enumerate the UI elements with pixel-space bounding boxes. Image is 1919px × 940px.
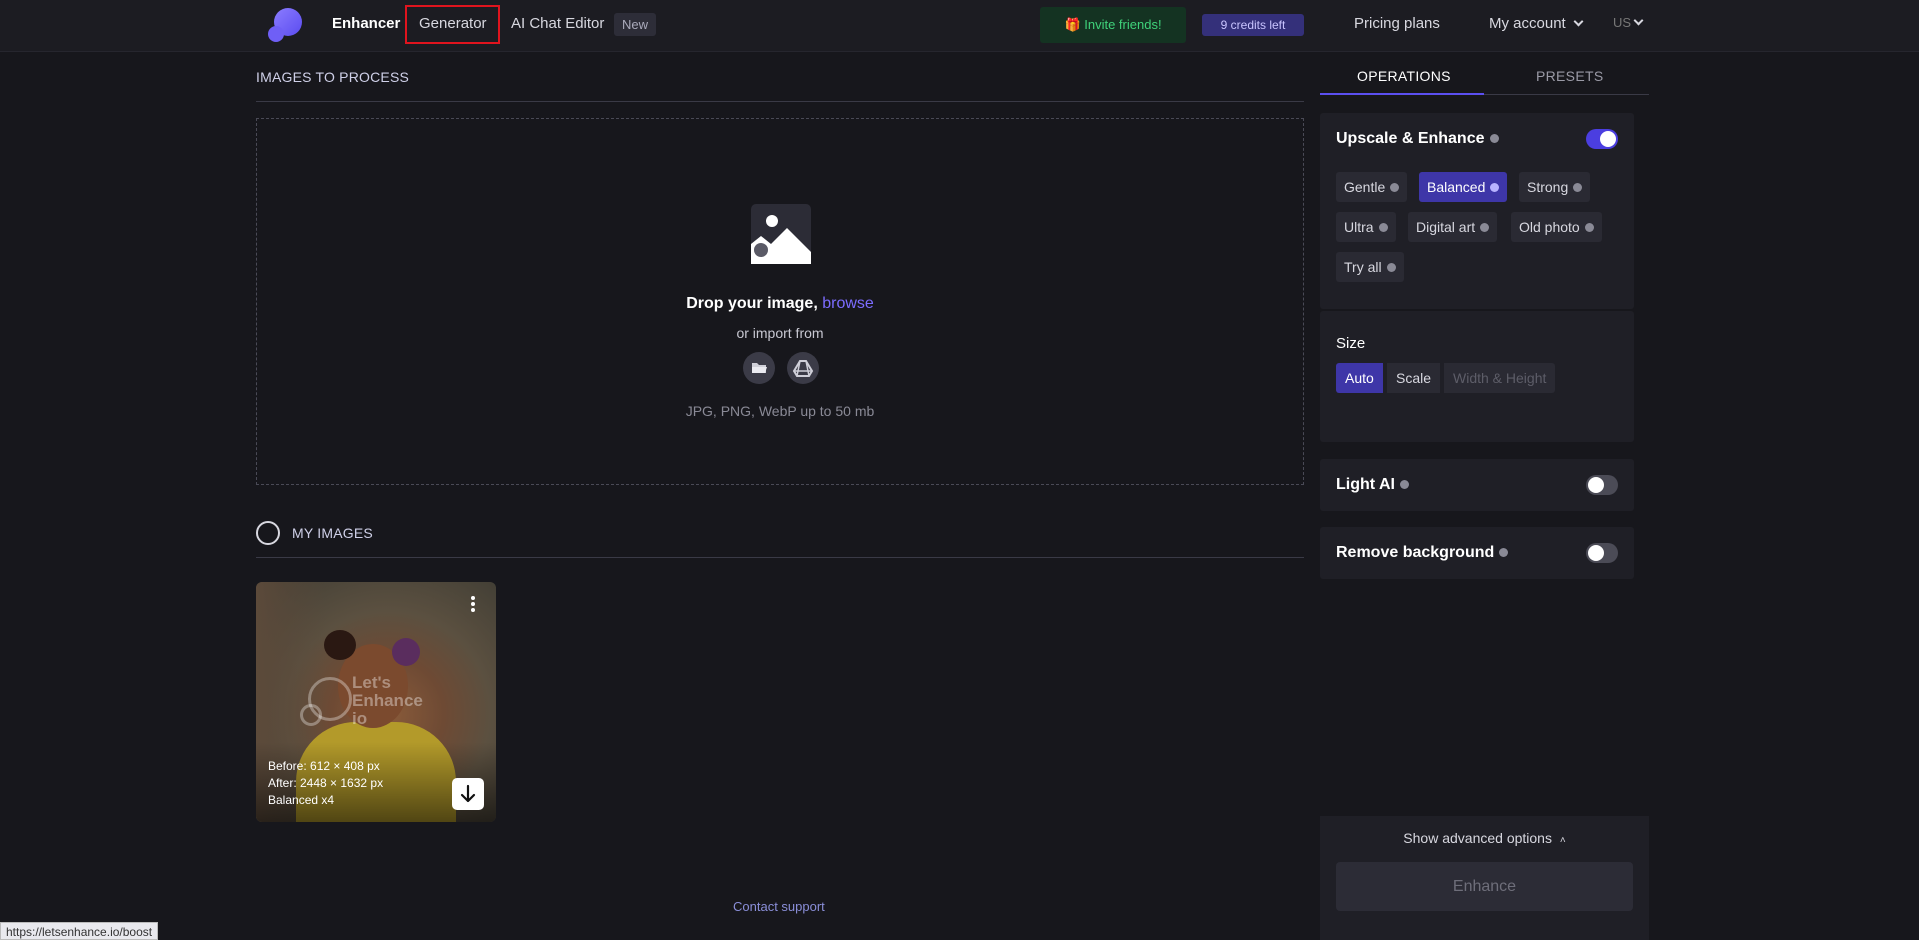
info-icon [1584,223,1594,232]
advanced-footer: Show advanced options ˄ Enhance [1320,816,1649,940]
select-all-radio[interactable] [256,521,280,545]
size-scale[interactable]: Scale [1387,363,1441,393]
light-ai-toggle[interactable] [1586,475,1618,495]
info-icon[interactable] [1489,134,1499,143]
image-card[interactable]: Let's Enhance io Before: 612 × 408 px Af… [256,582,496,822]
mode-ultra[interactable]: Ultra [1336,212,1396,242]
nav-generator[interactable]: Generator [419,15,487,32]
more-options-icon[interactable] [471,596,475,612]
status-bar-url: https://letsenhance.io/boost [0,922,159,940]
mode-gentle[interactable]: Gentle [1336,172,1408,202]
nav-ai-chat-editor[interactable]: AI Chat Editor [511,15,604,32]
size-title: Size [1336,335,1366,352]
tab-presets[interactable]: PRESETS [1536,68,1603,84]
top-bar: Enhancer Generator AI Chat Editor New 🎁 … [0,0,1919,52]
google-drive-import-button[interactable] [787,352,819,384]
size-width-height[interactable]: Width & Height [1444,363,1556,393]
image-placeholder-icon [751,204,811,264]
light-ai-panel: Light AI [1320,459,1634,511]
download-arrow-icon [460,784,476,803]
drop-instructions: Drop your image, browse [257,295,1303,313]
chevron-up-icon: ˄ [1559,835,1566,846]
folder-import-button[interactable] [743,352,775,384]
size-panel: Size Auto Scale Width & Height [1320,311,1634,442]
drop-text: Drop your image, [686,295,818,312]
invite-friends-button[interactable]: 🎁 Invite friends! [1040,7,1186,43]
show-advanced-options[interactable]: Show advanced options ˄ [1320,830,1649,846]
info-icon [1390,183,1400,192]
language-label: US [1613,15,1632,30]
mode-try-all[interactable]: Try all [1336,252,1404,282]
nav-pricing-plans[interactable]: Pricing plans [1354,15,1440,32]
active-tab-indicator [1320,93,1484,95]
info-icon [1386,263,1396,272]
download-button[interactable] [452,778,484,810]
divider [256,557,1304,558]
info-icon [1378,223,1388,232]
mode-digital-art[interactable]: Digital art [1408,212,1498,242]
mode-old-photo[interactable]: Old photo [1511,212,1602,242]
credits-badge[interactable]: 9 credits left [1202,14,1304,36]
contact-support-link[interactable]: Contact support [733,899,825,914]
browse-link[interactable]: browse [822,295,874,312]
watermark-text: Let's Enhance io [352,673,423,728]
mode-strong[interactable]: Strong [1519,172,1591,202]
info-icon[interactable] [1499,548,1509,557]
size-auto[interactable]: Auto [1336,363,1383,393]
logo-icon[interactable] [266,8,302,44]
info-icon[interactable] [1399,480,1409,489]
folder-icon [752,363,767,373]
drop-zone[interactable]: Drop your image, browse or import from J… [256,118,1304,485]
chevron-down-icon [1573,16,1584,27]
divider [256,101,1304,102]
nav-enhancer[interactable]: Enhancer [332,15,400,32]
upscale-enhance-toggle[interactable] [1586,129,1618,149]
images-to-process-title: IMAGES TO PROCESS [256,69,410,85]
remove-background-title: Remove background [1336,544,1509,562]
info-icon [1573,183,1583,192]
upscale-enhance-title: Upscale & Enhance [1336,130,1499,148]
remove-background-toggle[interactable] [1586,543,1618,563]
my-account-label: My account [1489,15,1566,32]
google-drive-icon [792,360,814,377]
upscale-enhance-panel: Upscale & Enhance Gentle Balanced Strong… [1320,113,1634,309]
my-images-title: MY IMAGES [292,525,373,541]
enhance-button[interactable]: Enhance [1336,862,1633,911]
tab-operations[interactable]: OPERATIONS [1357,68,1451,84]
info-icon [1490,183,1500,192]
mode-label: Balanced x4 [268,793,335,807]
language-menu[interactable]: US [1613,15,1644,30]
my-account-menu[interactable]: My account [1489,15,1584,32]
formats-note: JPG, PNG, WebP up to 50 mb [685,403,875,419]
chevron-down-icon [1633,15,1644,26]
remove-background-panel: Remove background [1320,527,1634,579]
new-badge: New [614,13,656,36]
import-from-label: or import from [736,325,824,341]
info-icon [1480,223,1490,232]
after-size: After: 2448 × 1632 px [268,776,384,790]
mode-balanced[interactable]: Balanced [1419,172,1508,202]
before-size: Before: 612 × 408 px [268,759,380,773]
light-ai-title: Light AI [1336,476,1409,494]
